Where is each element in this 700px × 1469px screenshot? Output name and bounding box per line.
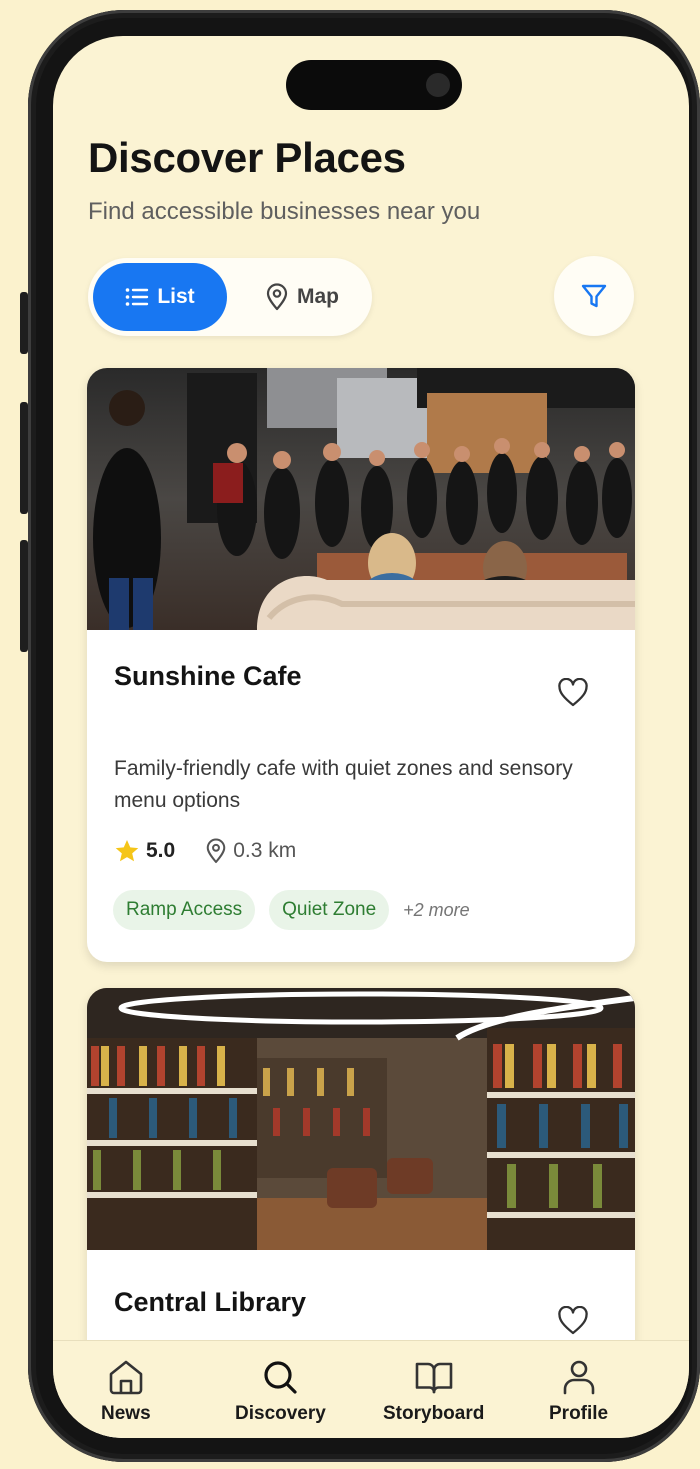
- nav-item-storyboard[interactable]: Storyboard: [383, 1359, 484, 1425]
- map-view-button[interactable]: Map: [237, 263, 367, 331]
- filter-button[interactable]: [554, 256, 634, 336]
- location-icon: [206, 838, 226, 864]
- nav-label-news: News: [101, 1403, 151, 1424]
- view-toggle: List Map: [88, 258, 372, 336]
- accessibility-tags: Ramp Access Quiet Zone +2 more: [113, 890, 470, 930]
- place-distance: 0.3 km: [233, 839, 297, 862]
- page-subtitle: Find accessible businesses near you: [88, 198, 481, 225]
- place-meta: 5.0 0.3 km: [114, 838, 296, 864]
- list-view-button[interactable]: List: [93, 263, 227, 331]
- nav-label-storyboard: Storyboard: [383, 1403, 485, 1424]
- home-icon: [109, 1360, 143, 1395]
- nav-item-profile[interactable]: Profile: [549, 1359, 608, 1425]
- page-title: Discover Places: [88, 134, 406, 181]
- volume-down-button: [20, 540, 28, 652]
- place-name: Sunshine Cafe: [114, 661, 302, 691]
- bottom-nav: News Discovery Storyboard Profile: [53, 1340, 689, 1438]
- place-card[interactable]: Sunshine Cafe Family-friendly cafe with …: [87, 368, 635, 962]
- list-icon: [126, 288, 149, 306]
- map-view-label: Map: [297, 285, 339, 308]
- mute-switch: [20, 292, 28, 354]
- user-icon: [563, 1360, 594, 1395]
- camera-icon: [426, 73, 450, 97]
- list-view-label: List: [157, 285, 195, 308]
- heart-icon[interactable]: [557, 1306, 589, 1336]
- star-icon: [115, 839, 139, 862]
- volume-up-button: [20, 402, 28, 514]
- filter-icon: [581, 284, 607, 308]
- search-icon: [264, 1361, 298, 1394]
- nav-label-discovery: Discovery: [235, 1403, 326, 1424]
- dynamic-island: [286, 60, 462, 110]
- book-icon: [415, 1362, 452, 1394]
- place-photo: [87, 368, 635, 630]
- nav-item-discovery[interactable]: Discovery: [235, 1359, 326, 1425]
- tag-quiet-zone: Quiet Zone: [269, 890, 390, 930]
- tag-ramp-access: Ramp Access: [113, 890, 256, 930]
- app-screen: Discover Places Find accessible business…: [53, 36, 689, 1438]
- place-photo: [87, 988, 635, 1250]
- map-pin-icon: [266, 283, 288, 311]
- nav-item-news[interactable]: News: [101, 1359, 151, 1425]
- place-name: Central Library: [114, 1287, 307, 1317]
- place-rating: 5.0: [146, 839, 176, 862]
- nav-label-profile: Profile: [549, 1403, 609, 1424]
- more-tags: +2 more: [403, 899, 470, 920]
- heart-icon[interactable]: [557, 678, 589, 708]
- place-description: Family-friendly cafe with quiet zones an…: [114, 757, 573, 812]
